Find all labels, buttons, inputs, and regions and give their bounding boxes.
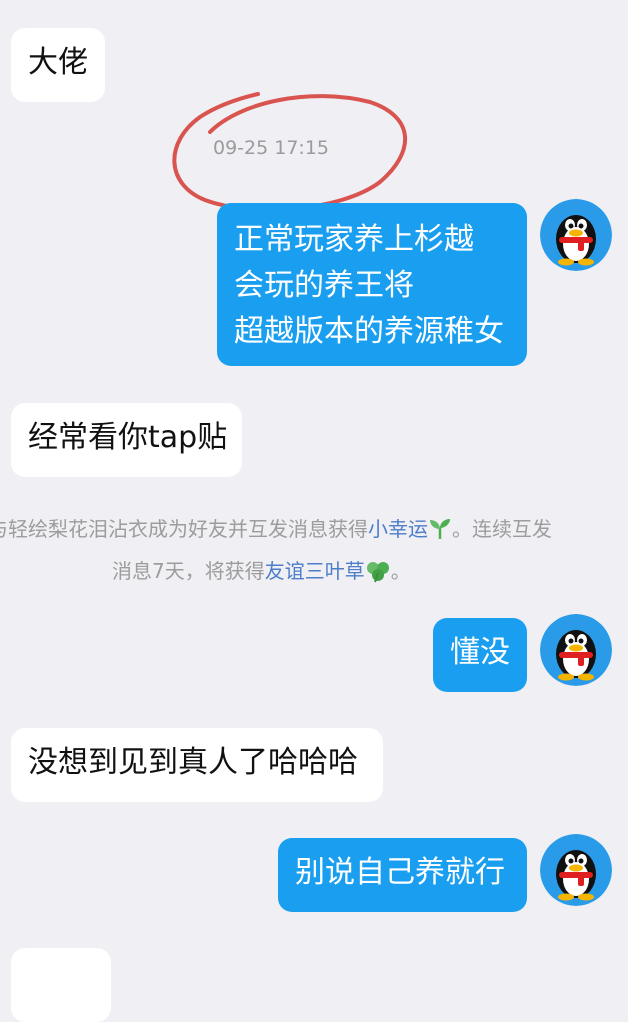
message-bubble-received[interactable]: 没想到见到真人了哈哈哈 [11,728,383,802]
message-bubble-received[interactable]: 大佬 [11,28,105,102]
avatar[interactable] [540,199,612,271]
system-notice-text: 。 [390,559,411,583]
message-text: 别说自己养就行 [295,855,505,890]
system-notice-text: 消息7天，将获得 [112,559,265,583]
message-text: 大佬 [28,45,88,80]
message-bubble-received[interactable]: 经常看你tap贴 [11,403,242,477]
system-notice-text: 与轻绘梨花泪沾衣成为好友并互发消息获得 [0,517,368,541]
qq-penguin-icon [540,614,612,686]
message-text: 没想到见到真人了哈哈哈 [28,745,358,780]
avatar[interactable] [540,834,612,906]
message-text-line: 正常玩家养上杉越 [234,222,474,257]
clover-icon [366,562,389,583]
message-text-line: 超越版本的养源稚女 [234,314,504,349]
message-text: 懂没 [450,635,510,670]
message-bubble-sent[interactable]: 别说自己养就行 [278,838,527,912]
message-bubble-sent[interactable]: 正常玩家养上杉越 会玩的养王将 超越版本的养源稚女 [217,203,527,366]
system-notice-line: 与轻绘梨花泪沾衣成为好友并互发消息获得小幸运 。连续互发 [0,508,552,550]
little-luck-link[interactable]: 小幸运 [368,517,428,541]
message-timestamp: 09-25 17:15 [213,137,330,159]
avatar[interactable] [540,614,612,686]
message-bubble-received[interactable] [11,948,111,1022]
system-notice-line: 消息7天，将获得友谊三叶草 。 [112,550,411,592]
qq-penguin-icon [540,199,612,271]
system-notice-text: 。连续互发 [452,517,552,541]
message-bubble-sent[interactable]: 懂没 [433,618,527,692]
friendship-clover-link[interactable]: 友谊三叶草 [265,559,365,583]
sprout-icon [430,519,450,539]
message-text-line: 会玩的养王将 [234,268,414,303]
qq-penguin-icon [540,834,612,906]
message-text: 经常看你tap贴 [28,420,228,455]
